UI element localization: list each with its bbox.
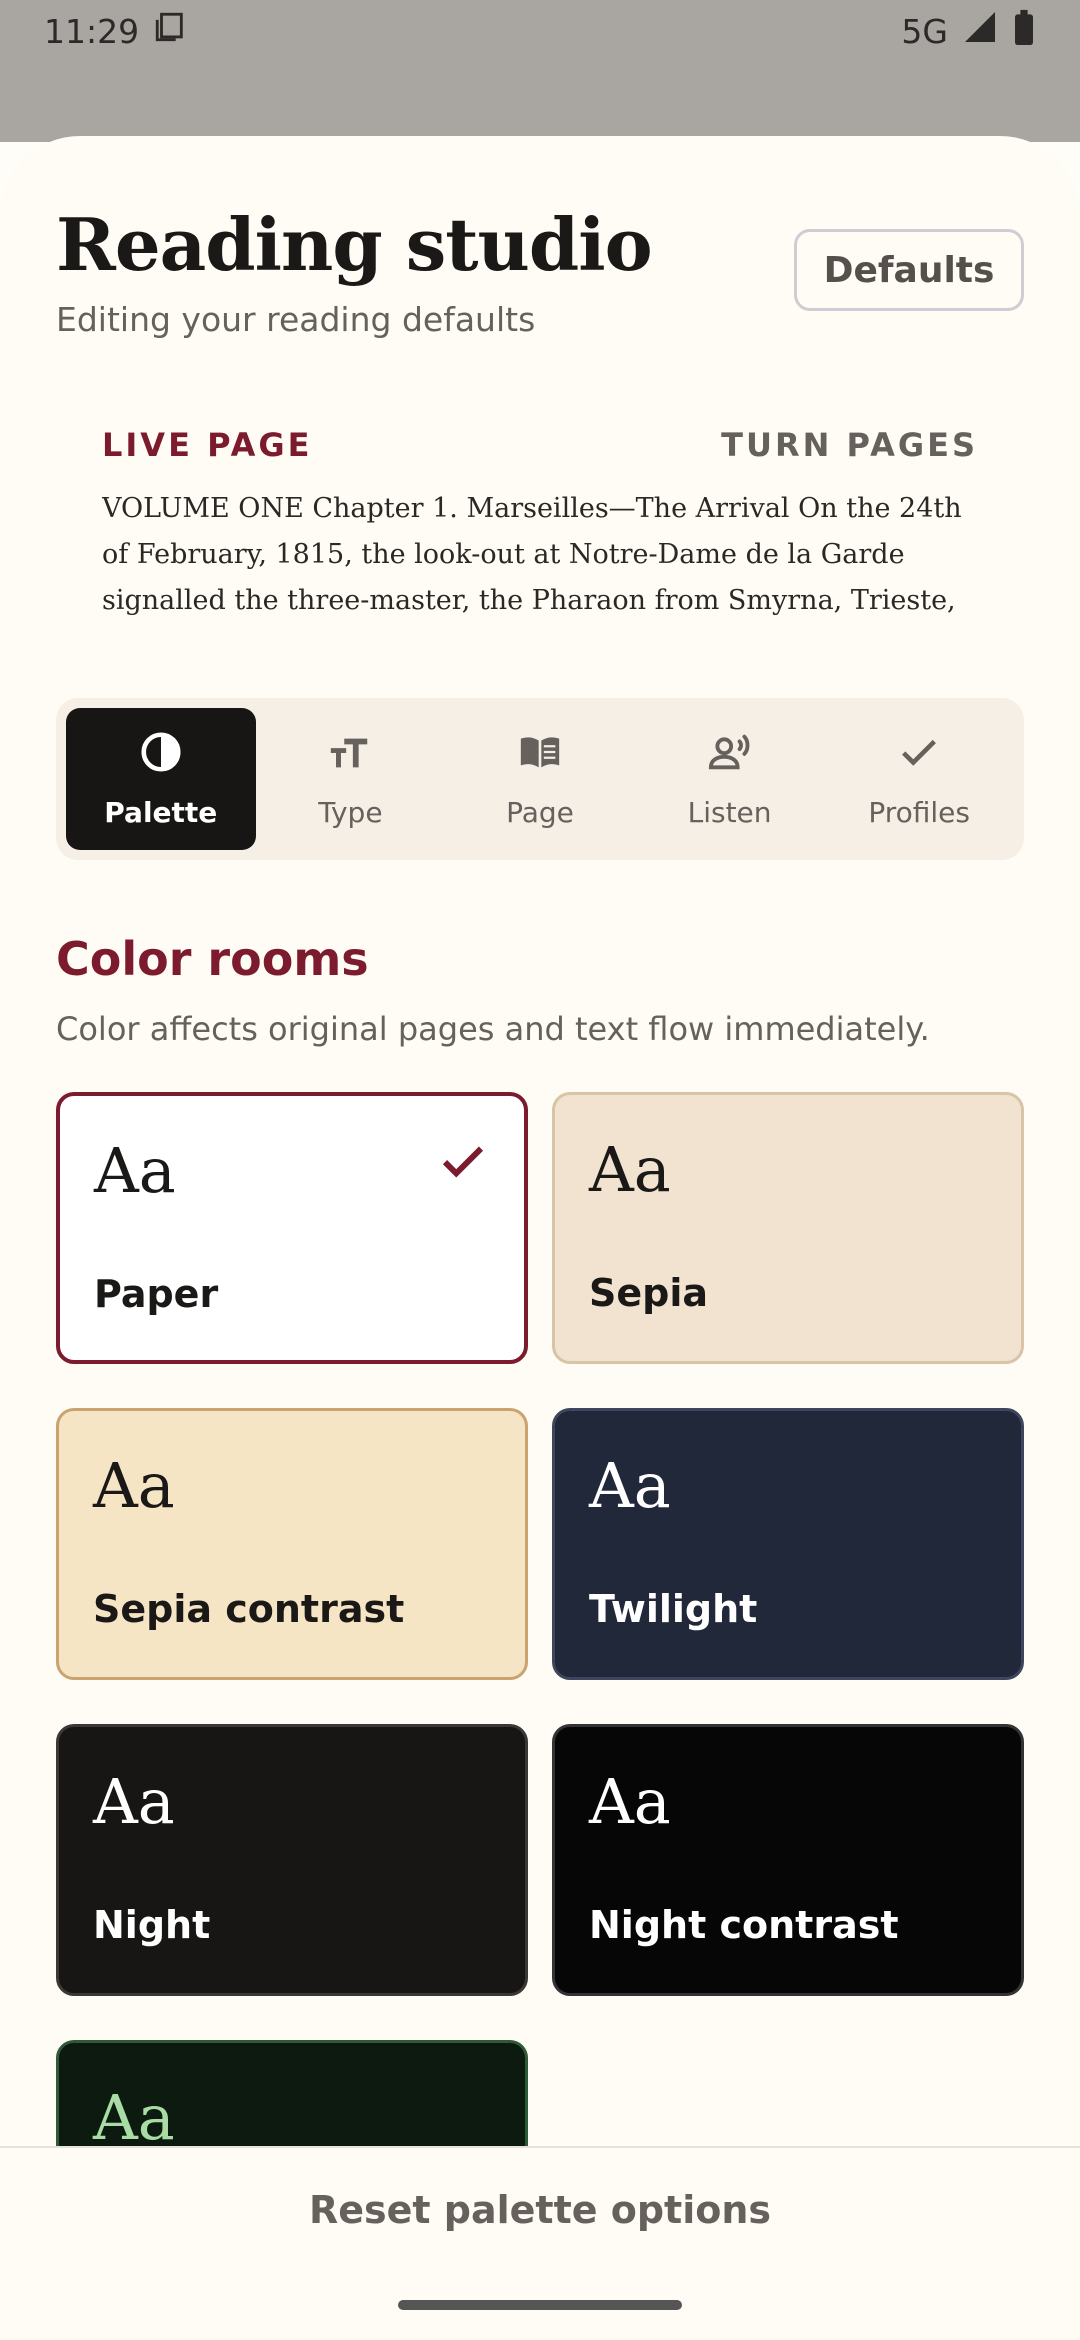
selected-check-icon [442,1146,484,1178]
palette-card-twilight[interactable]: Aa Twilight [552,1408,1024,1680]
tab-label: Page [506,796,574,829]
tab-page[interactable]: Page [445,708,635,850]
tab-label: Type [318,796,383,829]
notification-icon [153,10,187,52]
contrast-icon [138,729,184,782]
tab-palette[interactable]: Palette [66,708,256,850]
tab-label: Profiles [868,796,970,829]
scrim[interactable] [0,62,1080,142]
battery-icon [1012,9,1036,53]
turn-pages-button[interactable]: TURN PAGES [721,426,978,464]
check-icon [896,729,942,782]
page-title: Reading studio [56,202,653,287]
section-description: Color affects original pages and text fl… [56,1010,930,1048]
palette-sample: Aa [93,1765,175,1838]
palette-sample: Aa [589,1133,671,1206]
tab-label: Listen [687,796,772,829]
palette-card-night-contrast[interactable]: Aa Night contrast [552,1724,1024,1996]
palette-name: Sepia [589,1271,709,1315]
palette-name: Night contrast [589,1903,899,1947]
network-type: 5G [901,11,948,51]
palette-sample: Aa [93,1449,175,1522]
palette-name: Twilight [589,1587,758,1631]
tab-type[interactable]: Type [256,708,446,850]
palette-card-sepia[interactable]: Aa Sepia [552,1092,1024,1364]
settings-tabs: Palette Type Page Listen Profiles [56,698,1024,860]
live-page-label: LIVE PAGE [102,426,313,464]
signal-icon [962,9,998,53]
palette-sample: Aa [589,1765,671,1838]
footer-bar: Reset palette options [0,2146,1080,2340]
palette-card-sepia-contrast[interactable]: Aa Sepia contrast [56,1408,528,1680]
home-indicator[interactable] [398,2300,682,2310]
palette-sample: Aa [589,1449,671,1522]
palette-name: Sepia contrast [93,1587,405,1631]
live-page-preview: VOLUME ONE Chapter 1. Marseilles—The Arr… [102,493,962,616]
tab-listen[interactable]: Listen [635,708,825,850]
palette-sample: Aa [93,2081,175,2154]
section-title: Color rooms [56,932,369,986]
palette-card-night[interactable]: Aa Night [56,1724,528,1996]
tab-label: Palette [104,796,218,829]
palette-card-paper[interactable]: Aa Paper [56,1092,528,1364]
defaults-button[interactable]: Defaults [794,229,1024,311]
status-bar: 11:29 5G [0,0,1080,62]
reset-palette-button[interactable]: Reset palette options [0,2188,1080,2232]
voice-icon [707,729,753,782]
palette-name: Paper [94,1272,219,1316]
page-subtitle: Editing your reading defaults [56,300,536,339]
text-size-icon [327,729,373,782]
status-time: 11:29 [44,11,140,51]
book-icon [517,729,563,782]
reading-studio-sheet: Reading studio Editing your reading defa… [0,136,1080,2340]
palette-sample: Aa [94,1134,176,1207]
palette-name: Night [93,1903,211,1947]
tab-profiles[interactable]: Profiles [824,708,1014,850]
